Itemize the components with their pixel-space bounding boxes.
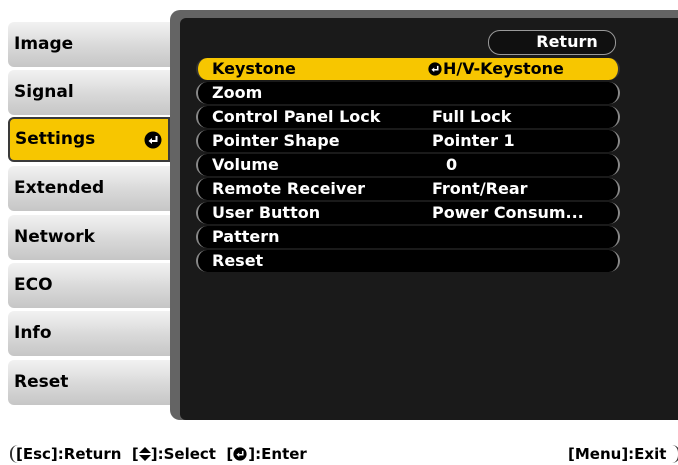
help-bar-hints: [Esc]:Return [ ]:Select [ ]:Enter <box>16 443 307 465</box>
enter-icon <box>144 131 162 149</box>
tab-label: Extended <box>14 178 105 198</box>
row-label: Remote Receiver <box>212 179 366 198</box>
menu-row-pointer-shape[interactable]: Pointer Shape Pointer 1 <box>196 130 620 152</box>
tab-label: Image <box>14 34 74 54</box>
row-value-wrap: H/V-Keystone <box>428 58 564 79</box>
enter-icon <box>233 447 247 461</box>
row-value: Pointer 1 <box>432 131 515 150</box>
enter-hint: :Enter <box>255 445 307 463</box>
up-down-arrow-icon <box>138 447 151 461</box>
tab-label: Info <box>14 323 52 343</box>
menu-row-zoom[interactable]: Zoom <box>196 82 620 104</box>
row-label: Zoom <box>212 83 263 102</box>
row-label: Pattern <box>212 227 280 246</box>
tab-label: Reset <box>14 372 69 392</box>
tab-label: Signal <box>14 82 74 102</box>
menu-row-user-button[interactable]: User Button Power Consum... <box>196 202 620 224</box>
row-label: Keystone <box>212 59 296 78</box>
row-label: User Button <box>212 203 321 222</box>
menu-row-control-panel-lock[interactable]: Control Panel Lock Full Lock <box>196 106 620 128</box>
tab-label: Settings <box>15 129 96 149</box>
menu-row-keystone[interactable]: Keystone H/V-Keystone <box>196 58 620 80</box>
menu-row-reset[interactable]: Reset <box>196 250 620 272</box>
help-bar-right-cap <box>668 445 678 463</box>
menu-tab-column: Image Signal Settings Extended Network E… <box>8 0 170 420</box>
menu-row-pattern[interactable]: Pattern <box>196 226 620 248</box>
select-bracket-open: [ <box>131 445 139 463</box>
row-value: 0 <box>446 155 458 174</box>
row-label: Pointer Shape <box>212 131 340 150</box>
menu-row-remote-receiver[interactable]: Remote Receiver Front/Rear <box>196 178 620 200</box>
tab-reset[interactable]: Reset <box>8 360 170 405</box>
row-label: Volume <box>212 155 279 174</box>
tab-signal[interactable]: Signal <box>8 70 170 115</box>
tab-eco[interactable]: ECO <box>8 263 170 308</box>
tab-settings[interactable]: Settings <box>8 117 170 162</box>
enter-bracket-open: [ <box>226 445 234 463</box>
menu-row-volume[interactable]: Volume 0 <box>196 154 620 176</box>
row-label: Control Panel Lock <box>212 107 381 126</box>
return-button[interactable]: Return <box>488 30 616 55</box>
exit-hint: [Menu]:Exit <box>568 445 667 463</box>
row-value: Full Lock <box>432 107 512 126</box>
enter-icon <box>428 62 442 76</box>
tab-label: Network <box>14 227 95 247</box>
row-value: Power Consum... <box>432 203 584 222</box>
tab-label: ECO <box>14 275 53 295</box>
esc-key-hint: [Esc] <box>16 445 58 463</box>
row-value: H/V-Keystone <box>443 59 564 78</box>
tab-network[interactable]: Network <box>8 215 170 260</box>
tab-image[interactable]: Image <box>8 22 170 67</box>
select-hint: :Select <box>157 445 216 463</box>
select-bracket-close: ] <box>150 445 158 463</box>
settings-panel: Return Keystone H/V-Keystone Zoom Contro… <box>170 10 678 420</box>
settings-list: Return Keystone H/V-Keystone Zoom Contro… <box>180 18 678 420</box>
help-bar: [Esc]:Return [ ]:Select [ ]:Enter [Menu]… <box>0 443 678 465</box>
tab-extended[interactable]: Extended <box>8 166 170 211</box>
row-value: Front/Rear <box>432 179 528 198</box>
tab-info[interactable]: Info <box>8 311 170 356</box>
row-label: Reset <box>212 251 264 270</box>
return-hint: :Return <box>57 445 122 463</box>
